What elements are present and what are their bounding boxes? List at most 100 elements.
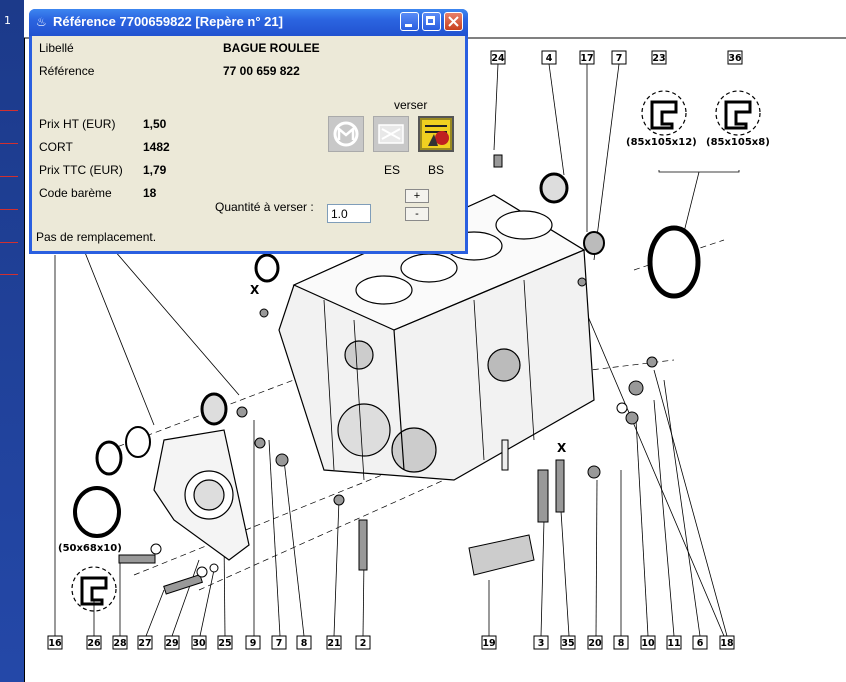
desktop-background bbox=[0, 0, 24, 682]
reference-label: Référence bbox=[39, 64, 95, 78]
callout-number: 18 bbox=[720, 638, 734, 649]
callout-number: 9 bbox=[250, 638, 257, 649]
callout-number: 23 bbox=[652, 53, 665, 64]
callout-7[interactable]: 7 bbox=[271, 635, 287, 650]
red-marker bbox=[0, 274, 18, 275]
callout-28[interactable]: 28 bbox=[112, 635, 128, 650]
callout-8[interactable]: 8 bbox=[296, 635, 312, 650]
status-text: Pas de remplacement. bbox=[36, 230, 157, 244]
es-label: ES bbox=[384, 163, 401, 177]
callout-27[interactable]: 27 bbox=[137, 635, 153, 650]
callout-number: 19 bbox=[482, 638, 495, 649]
callout-6[interactable]: 6 bbox=[692, 635, 708, 650]
callout-number: 28 bbox=[113, 638, 127, 649]
code-bareme-label: Code barème bbox=[39, 186, 112, 200]
callout-8[interactable]: 8 bbox=[613, 635, 629, 650]
background-label: 1 bbox=[4, 14, 11, 27]
bs-label: BS bbox=[428, 163, 445, 177]
cort-label: CORT bbox=[39, 140, 73, 154]
red-marker bbox=[0, 110, 18, 111]
callout-number: 2 bbox=[360, 638, 367, 649]
maximize-button[interactable] bbox=[422, 12, 441, 31]
bs-button[interactable] bbox=[418, 116, 454, 152]
callout-17[interactable]: 17 bbox=[579, 50, 595, 65]
verser-label: verser bbox=[394, 98, 428, 112]
callout-10[interactable]: 10 bbox=[640, 635, 656, 650]
increment-button[interactable]: + bbox=[405, 189, 429, 203]
close-icon bbox=[448, 16, 459, 27]
dimension-label: (85x105x12) bbox=[626, 137, 697, 148]
es-button[interactable] bbox=[373, 116, 409, 152]
m-action-button[interactable] bbox=[328, 116, 364, 152]
red-marker bbox=[0, 242, 18, 243]
callout-29[interactable]: 29 bbox=[164, 635, 180, 650]
cort-value: 1482 bbox=[143, 140, 170, 154]
callout-16[interactable]: 16 bbox=[47, 635, 63, 650]
callout-number: 27 bbox=[138, 638, 151, 649]
dialog-title: Référence 7700659822 [Repère n° 21] bbox=[53, 14, 283, 29]
callout-number: 6 bbox=[697, 638, 704, 649]
callout-number: 25 bbox=[218, 638, 231, 649]
callout-35[interactable]: 35 bbox=[560, 635, 576, 650]
dimension-label: (85x105x8) bbox=[706, 137, 770, 148]
callout-4[interactable]: 4 bbox=[541, 50, 557, 65]
callout-number: 17 bbox=[580, 53, 593, 64]
callout-number: 11 bbox=[667, 638, 680, 649]
x-mark: X bbox=[250, 283, 260, 297]
m-logo-icon bbox=[333, 121, 359, 147]
callout-20[interactable]: 20 bbox=[587, 635, 603, 650]
callout-number: 7 bbox=[276, 638, 283, 649]
callout-number: 7 bbox=[616, 53, 623, 64]
prix-ttc-value: 1,79 bbox=[143, 163, 167, 177]
callout-19[interactable]: 19 bbox=[481, 635, 497, 650]
callout-number: 16 bbox=[48, 638, 62, 649]
red-marker bbox=[0, 209, 18, 210]
callout-7[interactable]: 7 bbox=[611, 50, 627, 65]
callout-3[interactable]: 3 bbox=[533, 635, 549, 650]
toolbox-icon bbox=[378, 124, 404, 144]
callout-9[interactable]: 9 bbox=[245, 635, 261, 650]
dialog-body: Libellé BAGUE ROULEE Référence 77 00 659… bbox=[32, 36, 465, 251]
java-cup-icon: ♨ bbox=[36, 15, 47, 29]
reference-value: 77 00 659 822 bbox=[223, 64, 300, 78]
decrement-button[interactable]: - bbox=[405, 207, 429, 221]
libelle-label: Libellé bbox=[39, 41, 74, 55]
prix-ht-value: 1,50 bbox=[143, 117, 167, 131]
callout-number: 21 bbox=[327, 638, 340, 649]
callout-21[interactable]: 21 bbox=[326, 635, 342, 650]
callout-number: 36 bbox=[728, 53, 742, 64]
close-button[interactable] bbox=[444, 12, 463, 31]
callout-24[interactable]: 24 bbox=[490, 50, 506, 65]
callout-number: 20 bbox=[588, 638, 602, 649]
callout-number: 35 bbox=[561, 638, 574, 649]
callout-number: 3 bbox=[538, 638, 545, 649]
callout-26[interactable]: 26 bbox=[86, 635, 102, 650]
x-mark: X bbox=[557, 441, 567, 455]
callout-30[interactable]: 30 bbox=[191, 635, 207, 650]
callout-number: 26 bbox=[87, 638, 101, 649]
callout-number: 30 bbox=[192, 638, 206, 649]
callout-2[interactable]: 2 bbox=[355, 635, 371, 650]
callout-11[interactable]: 11 bbox=[666, 635, 682, 650]
red-marker bbox=[0, 176, 18, 177]
red-marker bbox=[0, 143, 18, 144]
callout-36[interactable]: 36 bbox=[727, 50, 743, 65]
quantity-label: Quantité à verser : bbox=[215, 200, 314, 214]
minimize-button[interactable] bbox=[400, 12, 419, 31]
callout-25[interactable]: 25 bbox=[217, 635, 233, 650]
libelle-value: BAGUE ROULEE bbox=[223, 41, 320, 55]
code-bareme-value: 18 bbox=[143, 186, 157, 200]
callout-number: 10 bbox=[641, 638, 655, 649]
end-plate bbox=[153, 429, 250, 561]
part-reference-dialog: ♨ Référence 7700659822 [Repère n° 21] Li… bbox=[29, 9, 468, 254]
bs-logo-icon bbox=[422, 120, 450, 148]
callout-number: 8 bbox=[301, 638, 308, 649]
callout-23[interactable]: 23 bbox=[651, 50, 667, 65]
dialog-titlebar[interactable]: ♨ Référence 7700659822 [Repère n° 21] bbox=[29, 9, 468, 36]
quantity-input[interactable] bbox=[327, 204, 371, 223]
callout-number: 4 bbox=[546, 53, 553, 64]
prix-ttc-label: Prix TTC (EUR) bbox=[39, 163, 123, 177]
dimension-label: (50x68x10) bbox=[58, 543, 122, 554]
callout-18[interactable]: 18 bbox=[719, 635, 735, 650]
callout-number: 29 bbox=[165, 638, 178, 649]
